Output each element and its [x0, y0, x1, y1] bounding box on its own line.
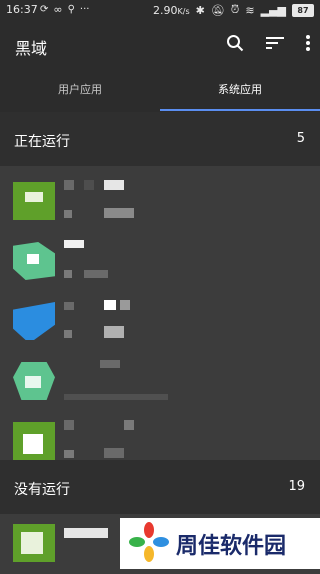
tab-system-apps[interactable]: 系统应用: [160, 72, 320, 112]
app-icon: [13, 182, 55, 220]
app-icon: [13, 242, 55, 280]
running-section-header: 正在运行 5: [0, 112, 320, 166]
app-icon: [13, 302, 55, 340]
watermark-text: 周佳软件园: [176, 533, 287, 559]
app-actions: [226, 34, 310, 52]
alarm-icon: ⏰︎: [230, 3, 240, 16]
not-running-title: 没有运行: [14, 482, 70, 498]
network-speed: 2.90K/s: [153, 4, 190, 17]
running-title: 正在运行: [14, 134, 70, 150]
obscured-app-name: [64, 240, 84, 248]
infinity-icon: ∞: [53, 3, 63, 16]
site-watermark: 周佳软件园: [120, 518, 320, 569]
list-item[interactable]: [0, 290, 320, 350]
mute-icon: 🔕︎: [210, 3, 225, 17]
more-vert-icon[interactable]: [306, 35, 310, 51]
search-icon[interactable]: [226, 34, 244, 52]
status-time: 16:37: [6, 3, 38, 16]
not-running-count: 19: [288, 479, 305, 494]
signal-icon: ▂▄▆: [260, 3, 286, 17]
speed-value: 2.90: [153, 3, 178, 17]
bluetooth-icon: ✱: [195, 3, 205, 17]
obscured-app-name: [100, 360, 120, 368]
overflow-dots-icon: ···: [79, 4, 90, 15]
tab-user-apps[interactable]: 用户应用: [0, 72, 160, 112]
wifi-icon: ≋: [245, 3, 255, 17]
obscured-app-detail: [64, 450, 74, 458]
app-title: 黑域: [15, 39, 48, 58]
obscured-app-name: [64, 420, 74, 430]
running-app-list: [0, 170, 320, 470]
sync-icon: ⟳: [40, 4, 49, 15]
obscured-app-detail: [64, 270, 72, 278]
notification-icons: ⟳ ∞ ⚲ ···: [40, 3, 89, 16]
usb-icon: ⚲: [67, 4, 75, 15]
app-bar: 黑域: [0, 20, 320, 72]
obscured-app-detail: [64, 210, 72, 218]
sort-icon[interactable]: [266, 36, 284, 50]
app-icon: [13, 422, 55, 460]
app-icon: [13, 362, 55, 400]
obscured-app-name: [64, 180, 74, 190]
pinwheel-logo-icon: [128, 521, 170, 567]
obscured-app-detail: [64, 330, 72, 338]
battery-icon: 87: [292, 3, 314, 17]
obscured-app-detail: [64, 394, 168, 400]
running-count: 5: [296, 131, 305, 146]
status-bar: 16:37 ⟳ ∞ ⚲ ··· 2.90K/s ✱ 🔕︎ ⏰︎ ≋ ▂▄▆ 87: [0, 0, 320, 20]
tab-bar: 用户应用 系统应用: [0, 72, 320, 112]
speed-unit: K/s: [177, 6, 190, 16]
list-item[interactable]: [0, 350, 320, 410]
obscured-app-name: [64, 528, 108, 538]
list-item[interactable]: [0, 230, 320, 290]
not-running-section-header: 没有运行 19: [0, 460, 320, 514]
app-icon: [13, 524, 55, 562]
status-right: 2.90K/s ✱ 🔕︎ ⏰︎ ≋ ▂▄▆ 87: [153, 3, 314, 17]
obscured-app-name: [64, 302, 74, 310]
list-item[interactable]: [0, 170, 320, 230]
